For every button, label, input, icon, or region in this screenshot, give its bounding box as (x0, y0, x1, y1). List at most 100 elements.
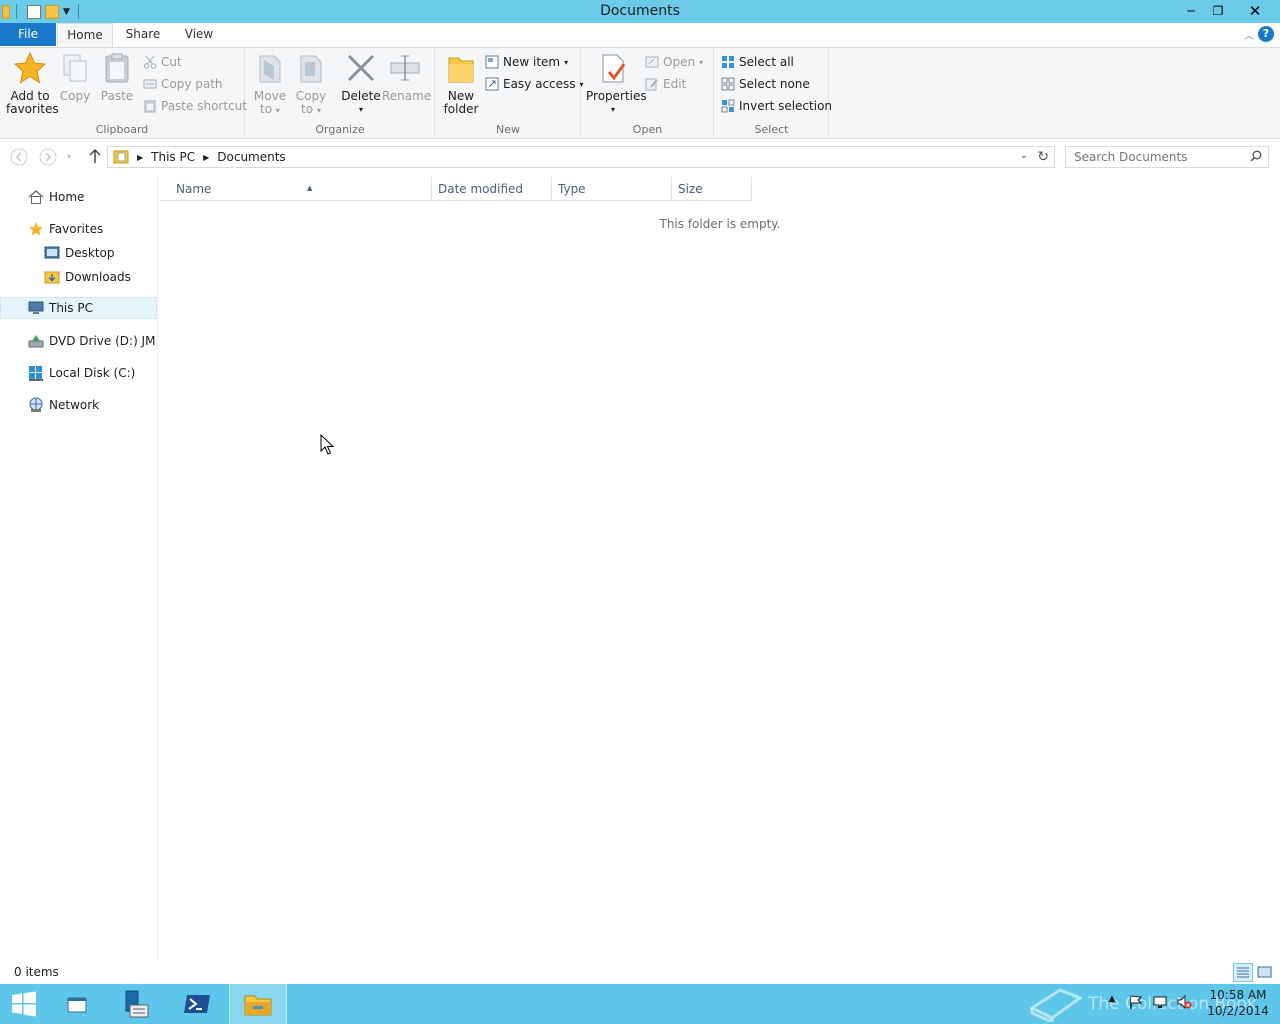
copy-path-button[interactable]: Copy path (143, 75, 223, 93)
taskbar-file-explorer-button[interactable] (229, 984, 287, 1024)
select-group-label: Select (754, 123, 789, 136)
show-hidden-icons-chevron-icon[interactable]: ▲ (1104, 994, 1120, 1010)
system-tray: ▲ (1104, 994, 1192, 1010)
invert-selection-button[interactable]: Invert selection (721, 97, 832, 115)
tab-file[interactable]: File (0, 23, 56, 46)
taskbar-server-manager-button[interactable] (106, 984, 164, 1024)
column-size-label: Size (678, 182, 703, 196)
close-button[interactable]: ✕ (1232, 0, 1278, 21)
move-to-button[interactable]: Move to ▾ (252, 52, 288, 117)
nav-item-desktop[interactable]: Desktop (0, 242, 157, 264)
nav-item-label: Desktop (65, 246, 115, 260)
properties-button[interactable]: Properties ▾ (586, 52, 647, 116)
new-item-button[interactable]: New item ▾ (485, 53, 568, 71)
network-tray-icon[interactable] (1152, 994, 1168, 1010)
taskbar-powershell-button[interactable] (168, 984, 226, 1024)
select-group: Select all Select none Invert selection … (715, 48, 832, 139)
volume-muted-icon[interactable] (1176, 994, 1192, 1010)
nav-item-downloads[interactable]: Downloads (0, 266, 157, 288)
scissors-icon (143, 55, 157, 69)
folder-window-icon (67, 997, 87, 1013)
new-item-icon (485, 55, 499, 69)
ribbon-collapse-chevron-icon[interactable]: ︿ (1244, 27, 1254, 42)
clock-date: 10/2/2014 (1207, 1004, 1269, 1018)
copy-to-button[interactable]: Copy to ▾ (293, 52, 329, 117)
copy-path-icon (143, 77, 157, 91)
organize-group-label: Organize (315, 123, 365, 136)
star-icon (13, 51, 47, 84)
column-header-name[interactable]: Name ▲ (170, 177, 432, 201)
tab-home[interactable]: Home (57, 23, 113, 47)
item-count: 0 items (14, 965, 59, 979)
delete-chevron-down-icon: ▾ (358, 105, 363, 114)
navigation-pane: Home Favorites Desktop Downloads This PC… (0, 176, 158, 960)
refresh-icon[interactable]: ↻ (1037, 149, 1049, 165)
star-icon (28, 221, 44, 237)
copy-to-label-2: to ▾ (301, 102, 321, 116)
add-to-favorites-button[interactable]: Add to favorites (6, 51, 59, 116)
paste-shortcut-button[interactable]: Paste shortcut (143, 97, 247, 115)
help-icon[interactable]: ? (1258, 26, 1274, 42)
easy-access-button[interactable]: Easy access ▾ (485, 75, 584, 93)
search-icon[interactable] (1250, 150, 1262, 162)
details-view-icon[interactable] (1233, 963, 1253, 982)
copy-button[interactable]: Copy (58, 52, 92, 103)
taskbar-task-view-button[interactable] (48, 984, 106, 1024)
tab-share[interactable]: Share (118, 23, 168, 46)
open-group: Properties ▾ Open ▾ Edit Open (582, 48, 714, 139)
cut-button[interactable]: Cut (143, 53, 182, 71)
up-arrow-icon[interactable] (85, 148, 105, 166)
tab-view[interactable]: View (176, 23, 222, 46)
column-name-label: Name (176, 182, 212, 196)
nav-item-network[interactable]: Network (0, 394, 157, 416)
new-folder-button[interactable]: New folder (442, 52, 480, 116)
forward-arrow-icon[interactable] (38, 148, 58, 166)
move-to-label-2: to ▾ (260, 102, 280, 116)
search-input[interactable] (1074, 147, 1244, 167)
nav-item-this-pc[interactable]: This PC (0, 297, 157, 319)
breadcrumb-this-pc[interactable]: This PC (151, 150, 195, 164)
desktop-icon (44, 245, 60, 261)
column-header-type[interactable]: Type (552, 177, 672, 201)
watermark-book-icon (1030, 988, 1082, 1022)
open-button[interactable]: Open ▾ (645, 53, 703, 71)
nav-item-dvd-drive[interactable]: DVD Drive (D:) JM1_S (0, 330, 157, 352)
delete-x-icon (345, 52, 377, 84)
select-all-button[interactable]: Select all (721, 53, 794, 71)
rename-button[interactable]: Rename (382, 52, 431, 103)
start-button[interactable] (0, 984, 48, 1024)
breadcrumb-separator-icon[interactable]: ▶ (203, 153, 209, 162)
nav-item-favorites[interactable]: Favorites (0, 218, 157, 240)
local-disk-icon (28, 365, 44, 381)
nav-item-label: Network (49, 398, 100, 412)
select-none-button[interactable]: Select none (721, 75, 810, 93)
column-header-size[interactable]: Size (672, 177, 752, 201)
file-list[interactable]: Name ▲ Date modified Type Size This fold… (160, 176, 1280, 960)
minimize-button[interactable]: ─ (1178, 0, 1204, 21)
nav-item-local-disk[interactable]: Local Disk (C:) (0, 362, 157, 384)
windows-logo-icon (12, 991, 36, 1017)
delete-button[interactable]: Delete ▾ (340, 52, 382, 116)
paste-button[interactable]: Paste (98, 52, 136, 103)
paste-label: Paste (100, 89, 134, 103)
address-history-chevron-icon[interactable]: ⌄ (1020, 150, 1028, 161)
back-arrow-icon[interactable] (9, 148, 29, 166)
address-bar[interactable]: ▶ This PC ▶ Documents ⌄ ↻ (107, 146, 1055, 168)
action-center-flag-icon[interactable] (1128, 994, 1144, 1010)
large-icons-view-icon[interactable] (1257, 965, 1272, 979)
column-type-label: Type (558, 182, 586, 196)
open-icon (645, 55, 659, 69)
title-bar: ▼ Documents ─ ❐ ✕ (0, 0, 1280, 23)
new-folder-label-2: folder (443, 102, 479, 116)
breadcrumb-separator-icon[interactable]: ▶ (137, 153, 143, 162)
clock[interactable]: 10:58 AM 10/2/2014 (1202, 987, 1274, 1019)
recent-locations-chevron-icon[interactable]: ▾ (62, 148, 76, 166)
maximize-button[interactable]: ❐ (1205, 0, 1231, 21)
edit-pencil-icon (645, 77, 659, 91)
search-box[interactable] (1065, 146, 1269, 168)
breadcrumb-documents[interactable]: Documents (217, 150, 285, 164)
downloads-folder-icon (44, 269, 60, 285)
edit-button[interactable]: Edit (645, 75, 686, 93)
nav-item-home[interactable]: Home (0, 186, 157, 208)
column-header-date-modified[interactable]: Date modified (432, 177, 552, 201)
